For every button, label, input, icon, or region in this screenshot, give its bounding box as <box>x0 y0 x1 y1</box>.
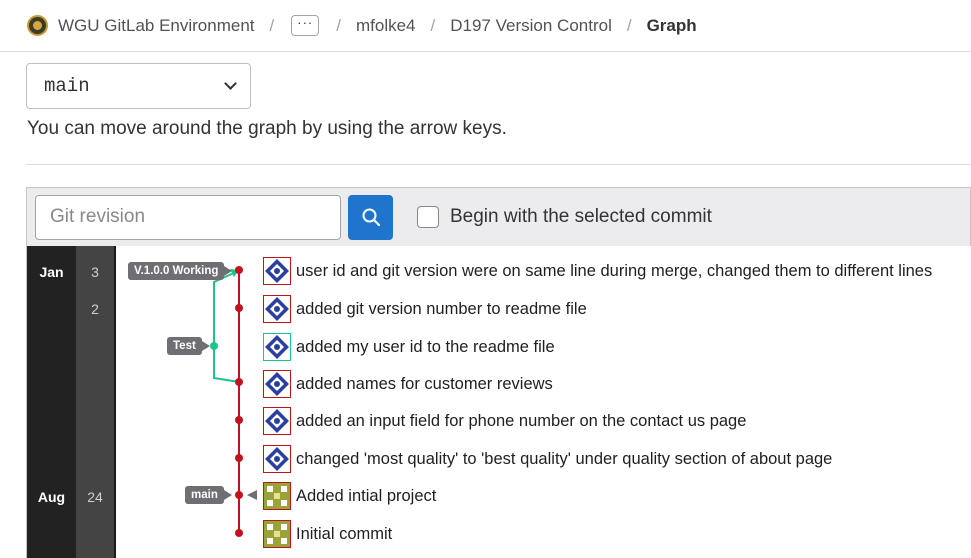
breadcrumb: WGU GitLab Environment / ··· / mfolke4 /… <box>0 0 971 52</box>
branch-lines <box>210 266 257 537</box>
commit-dot <box>235 378 243 386</box>
breadcrumb-separator: / <box>269 15 275 35</box>
group-logo[interactable] <box>27 15 48 36</box>
commit-row[interactable]: added names for customer reviews <box>263 369 553 399</box>
network-graph[interactable]: Jan Aug 3 2 24 V.1.0.0 Working Test main <box>26 246 971 558</box>
ref-label-test[interactable]: Test <box>167 337 210 355</box>
chevron-down-icon <box>224 77 237 90</box>
commit-row[interactable]: added my user id to the readme file <box>263 332 555 362</box>
commit-row[interactable]: user id and git version were on same lin… <box>263 256 932 286</box>
breadcrumb-ellipsis-button[interactable]: ··· <box>291 15 320 36</box>
identicon-avatar <box>263 407 291 435</box>
breadcrumb-user[interactable]: mfolke4 <box>356 16 416 36</box>
head-arrow <box>247 490 257 500</box>
commit-row[interactable]: Added intial project <box>263 481 436 511</box>
breadcrumb-separator: / <box>430 15 436 35</box>
git-revision-input[interactable] <box>35 194 341 240</box>
commit-message: user id and git version were on same lin… <box>296 261 933 280</box>
identicon-avatar <box>263 257 291 285</box>
divider <box>26 164 971 165</box>
ref-label-v100-working[interactable]: V.1.0.0 Working <box>128 262 233 280</box>
identicon-avatar <box>263 295 291 323</box>
commit-message: Added intial project <box>296 486 437 505</box>
commit-message: Initial commit <box>296 524 393 543</box>
breadcrumb-project[interactable]: D197 Version Control <box>450 16 612 36</box>
commit-message: changed 'most quality' to 'best quality'… <box>296 449 833 468</box>
commit-row[interactable]: changed 'most quality' to 'best quality'… <box>263 444 832 474</box>
commit-dot <box>235 529 243 537</box>
breadcrumb-group[interactable]: WGU GitLab Environment <box>58 16 255 36</box>
identicon-avatar <box>263 445 291 473</box>
commit-message: added names for customer reviews <box>296 374 553 393</box>
commit-row[interactable]: added git version number to readme file <box>263 294 587 324</box>
commit-row[interactable]: Initial commit <box>263 519 392 549</box>
commit-dot <box>235 266 243 274</box>
ref-label-main[interactable]: main <box>185 486 232 504</box>
commit-dot <box>235 304 243 312</box>
breadcrumb-separator: / <box>626 15 632 35</box>
commit-message: added an input field for phone number on… <box>296 411 747 430</box>
branch-select[interactable]: main <box>26 63 251 109</box>
breadcrumb-separator: / <box>336 15 341 35</box>
commit-message: added git version number to readme file <box>296 299 587 318</box>
begin-with-selected-commit[interactable]: Begin with the selected commit <box>417 206 712 228</box>
commit-dot <box>235 454 243 462</box>
identicon-avatar <box>263 520 291 548</box>
commit-dot <box>235 416 243 424</box>
identicon-avatar <box>263 482 291 510</box>
commit-message: added my user id to the readme file <box>296 337 555 356</box>
graph-hint-text: You can move around the graph by using t… <box>27 118 507 139</box>
commit-row[interactable]: added an input field for phone number on… <box>263 406 746 436</box>
branch-select-value: main <box>44 75 90 97</box>
side-branch-line <box>213 271 240 383</box>
identicon-avatar <box>263 333 291 361</box>
commit-dot <box>210 342 218 350</box>
breadcrumb-current[interactable]: Graph <box>647 16 697 36</box>
commit-dot <box>235 491 243 499</box>
begin-with-selected-commit-checkbox[interactable] <box>417 206 439 228</box>
graph-toolbar: Begin with the selected commit <box>26 187 971 246</box>
identicon-avatar <box>263 370 291 398</box>
begin-with-selected-commit-label: Begin with the selected commit <box>450 206 712 227</box>
search-icon <box>362 208 380 227</box>
search-button[interactable] <box>348 194 393 240</box>
